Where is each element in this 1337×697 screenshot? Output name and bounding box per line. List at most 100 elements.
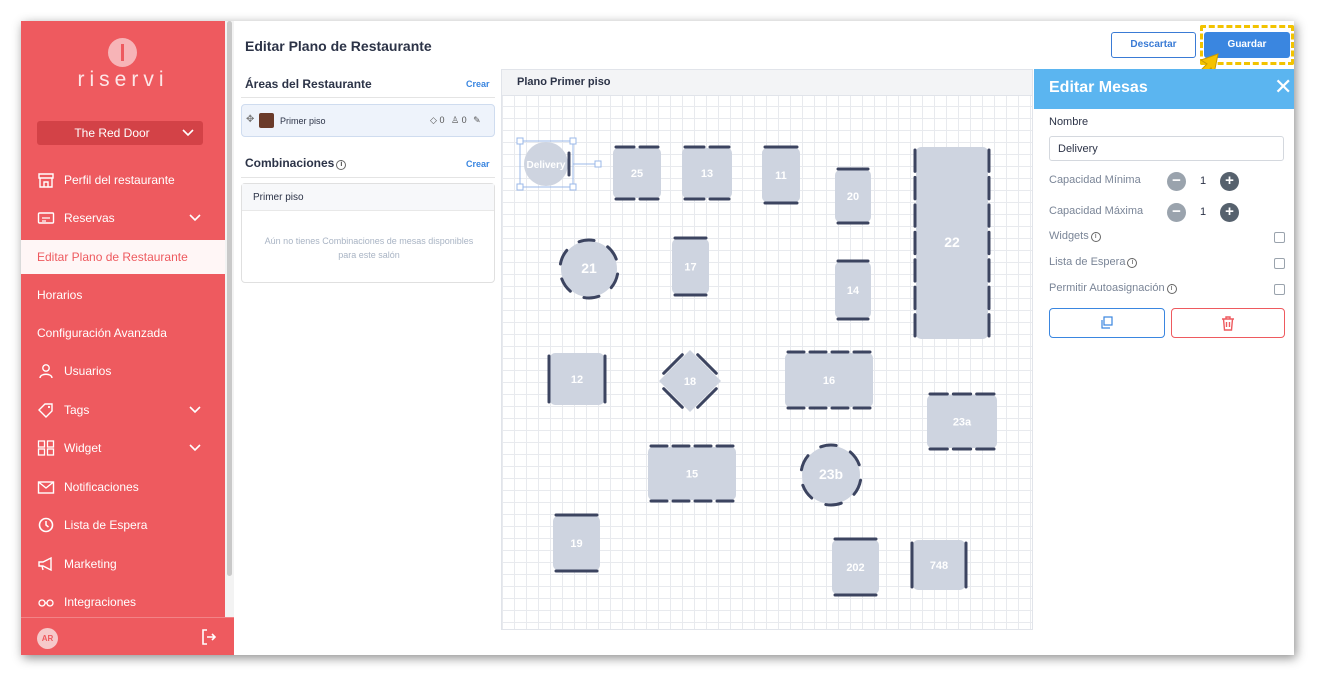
chair — [577, 238, 596, 244]
widgets-label: Widgets i — [1049, 230, 1101, 242]
table-label: 16 — [823, 375, 835, 387]
decrement-button[interactable]: − — [1167, 203, 1186, 222]
sidebar-item-label: Usuarios — [64, 364, 112, 378]
sidebar-item-editar-plano[interactable]: Editar Plano de Restaurante — [21, 240, 225, 274]
floor-plan-title: Plano Primer piso — [502, 70, 1032, 96]
sidebar-item-usuarios[interactable]: Usuarios — [21, 354, 225, 388]
auto-assign-label: Permitir Autoasignación i — [1049, 282, 1177, 294]
floor-plan-canvas[interactable]: Plano Primer piso Delivery 25 13 11 20 22 21 17… — [501, 69, 1033, 630]
duplicate-button[interactable] — [1049, 308, 1165, 338]
floor-plan-svg[interactable]: Delivery 25 13 11 20 22 21 17 14 12 18 16 23a 15 23b 19… — [502, 96, 1033, 630]
sidebar-item-marketing[interactable]: Marketing — [21, 547, 225, 581]
clock-icon — [38, 517, 54, 533]
chair — [582, 294, 601, 300]
table-label: 202 — [846, 562, 864, 574]
combinations-empty-text: Aún no tienes Combinaciones de mesas dis… — [264, 236, 474, 260]
tag-icon — [38, 403, 53, 418]
restaurant-select-value: The Red Door — [74, 126, 150, 140]
sidebar-scrollbar[interactable] — [225, 21, 234, 617]
sidebar-item-configuracion[interactable]: Configuración Avanzada — [21, 316, 225, 350]
divider — [241, 177, 495, 178]
area-name: Primer piso — [280, 116, 326, 126]
info-icon[interactable]: i — [336, 160, 347, 170]
scrollbar-thumb[interactable] — [227, 21, 232, 576]
sidebar-item-label: Horarios — [37, 288, 83, 302]
max-capacity-stepper: − 1 + — [1167, 203, 1247, 223]
max-capacity-label: Capacidad Máxima — [1049, 205, 1144, 217]
table-label: 22 — [944, 234, 960, 250]
integrations-icon — [38, 599, 54, 607]
sidebar-item-integraciones[interactable]: Integraciones — [21, 585, 225, 619]
chair — [819, 443, 838, 449]
drag-handle-icon[interactable]: ✥ — [246, 114, 254, 125]
sidebar-item-lista-espera[interactable]: Lista de Espera — [21, 508, 225, 542]
min-capacity-label: Capacidad Mínima — [1049, 174, 1141, 186]
chevron-down-icon — [182, 129, 194, 137]
sidebar-item-widget[interactable]: Widget — [21, 431, 225, 465]
people-count: 0 — [461, 115, 467, 125]
edit-tables-panel: Editar Mesas ✕ Nombre Delivery Capacidad… — [1034, 69, 1294, 655]
avatar[interactable]: AR — [37, 628, 58, 649]
table-name-input[interactable]: Delivery — [1049, 136, 1284, 161]
table-label: 13 — [701, 168, 713, 180]
sidebar-item-label: Perfil del restaurante — [64, 173, 175, 187]
delete-button[interactable] — [1171, 308, 1285, 338]
info-icon[interactable]: i — [1166, 284, 1177, 294]
info-icon[interactable]: i — [1127, 258, 1138, 268]
duplicate-icon — [1101, 316, 1113, 329]
selection-handle — [516, 183, 524, 191]
table-label: 748 — [930, 560, 948, 572]
restaurant-select[interactable]: The Red Door — [37, 121, 203, 145]
table-label: 18 — [684, 376, 696, 388]
increment-button[interactable]: + — [1220, 203, 1239, 222]
sidebar: riservi The Red Door Perfil del restaura… — [21, 21, 234, 655]
widgets-checkbox[interactable] — [1274, 232, 1285, 243]
min-capacity-stepper: − 1 + — [1167, 172, 1247, 192]
auto-assign-label-text: Permitir Autoasignación — [1049, 282, 1165, 294]
chevron-down-icon — [189, 444, 201, 452]
chevron-down-icon — [189, 214, 201, 222]
waitlist-checkbox[interactable] — [1274, 258, 1285, 269]
sidebar-item-tags[interactable]: Tags — [21, 393, 225, 427]
min-capacity-value[interactable]: 1 — [1200, 175, 1206, 187]
close-icon[interactable]: ✕ — [1274, 74, 1292, 100]
areas-title: Áreas del Restaurante — [245, 77, 372, 91]
table-label: 15 — [686, 469, 698, 481]
sidebar-item-label: Marketing — [64, 557, 117, 571]
divider — [241, 97, 495, 98]
selection-handle — [569, 183, 577, 191]
info-icon[interactable]: i — [1090, 232, 1101, 242]
combinations-title-text: Combinaciones — [245, 156, 335, 170]
sidebar-item-reservas[interactable]: Reservas — [21, 201, 225, 235]
table-label: 12 — [571, 374, 583, 386]
sidebar-item-label: Notificaciones — [64, 480, 139, 494]
selection-handle — [516, 137, 524, 145]
sidebar-item-label: Widget — [64, 441, 102, 455]
discard-button[interactable]: Descartar — [1111, 32, 1196, 58]
create-combination-link[interactable]: Crear — [466, 159, 490, 169]
area-item[interactable]: ✥ Primer piso ◇ 0 ♙ 0 ✎ — [241, 104, 495, 137]
sidebar-item-label: Tags — [64, 403, 90, 417]
combinations-box: Primer piso Aún no tienes Combinaciones … — [241, 183, 495, 283]
app-window: riservi The Red Door Perfil del restaura… — [21, 21, 1294, 655]
decrement-button[interactable]: − — [1167, 172, 1186, 191]
sidebar-item-perfil[interactable]: Perfil del restaurante — [21, 163, 225, 197]
max-capacity-value[interactable]: 1 — [1200, 206, 1206, 218]
sidebar-item-label: Configuración Avanzada — [37, 326, 167, 340]
sidebar-item-label: Lista de Espera — [64, 518, 148, 532]
logout-icon[interactable] — [201, 628, 217, 646]
auto-assign-checkbox[interactable] — [1274, 284, 1285, 295]
create-area-link[interactable]: Crear — [466, 79, 490, 89]
logo-text: riservi — [77, 68, 169, 91]
user-icon — [39, 364, 53, 379]
edit-icon[interactable]: ✎ — [473, 115, 481, 125]
area-meta: ◇ 0 ♙ 0 ✎ — [430, 115, 481, 126]
increment-button[interactable]: + — [1220, 172, 1239, 191]
table-label: 14 — [847, 285, 860, 297]
sidebar-item-horarios[interactable]: Horarios — [21, 278, 225, 312]
people-count-icon: ♙ — [450, 115, 460, 125]
table-label: 25 — [631, 168, 643, 180]
sidebar-item-notificaciones[interactable]: Notificaciones — [21, 470, 225, 504]
area-thumbnail — [259, 113, 274, 128]
waitlist-label: Lista de Espera i — [1049, 256, 1138, 268]
